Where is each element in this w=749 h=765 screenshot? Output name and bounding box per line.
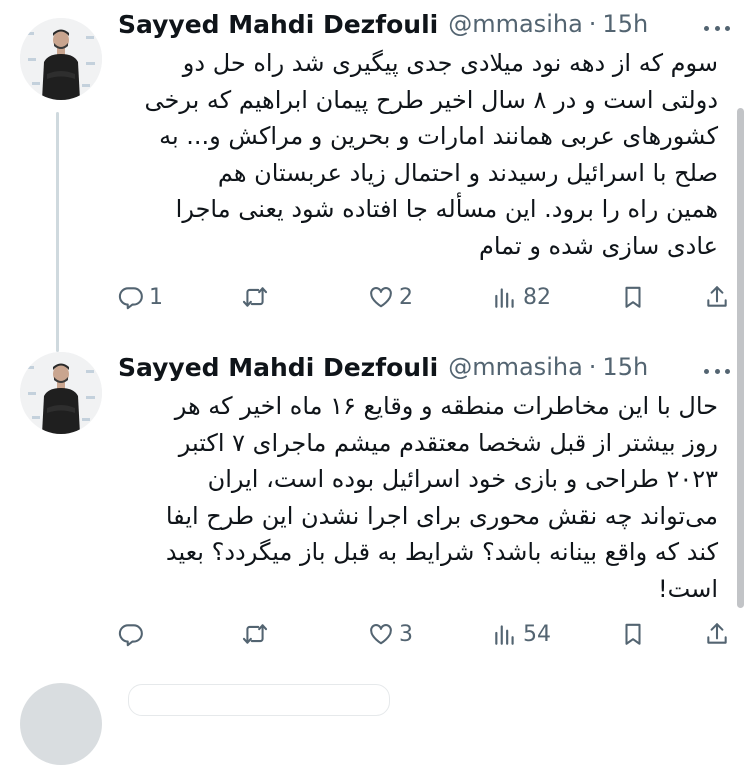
thread-line [56, 112, 59, 352]
author-name[interactable]: Sayyed Mahdi Dezfouli [118, 353, 438, 382]
view-count: 82 [523, 284, 551, 310]
tweet-actions: 1 2 82 [118, 281, 730, 313]
avatar-image [20, 18, 102, 100]
author-handle[interactable]: @mmasiha [448, 10, 583, 38]
heart-icon [370, 624, 392, 645]
next-tweet-avatar[interactable] [20, 683, 102, 765]
like-count: 2 [399, 284, 413, 310]
heart-icon [370, 287, 392, 308]
next-tweet-preview[interactable] [128, 684, 390, 716]
share-icon [707, 286, 727, 307]
timestamp[interactable]: 15h [602, 10, 648, 38]
share-icon [707, 623, 727, 644]
tweet-text: حال با این مخاطرات منطقه و وقایع ۱۶ ماه … [165, 392, 718, 603]
reply-icon [118, 287, 143, 310]
bookmark-icon [625, 286, 641, 308]
more-icon[interactable] [704, 365, 730, 377]
like-button[interactable]: 3 [368, 618, 413, 650]
views-button[interactable]: 82 [492, 281, 551, 313]
avatar[interactable] [20, 18, 102, 100]
retweet-button[interactable] [242, 618, 273, 650]
tweet-header: Sayyed Mahdi Dezfouli @mmasiha · 15h [118, 351, 648, 383]
author-name[interactable]: Sayyed Mahdi Dezfouli [118, 10, 438, 39]
reply-count: 1 [149, 284, 163, 310]
views-button[interactable]: 54 [492, 618, 551, 650]
tweet-header: Sayyed Mahdi Dezfouli @mmasiha · 15h [118, 8, 648, 40]
reply-icon [118, 624, 143, 647]
retweet-icon [242, 624, 268, 644]
scrollbar[interactable] [737, 108, 744, 608]
tweet-actions: 3 54 [118, 618, 730, 650]
views-icon [495, 288, 514, 308]
like-button[interactable]: 2 [368, 281, 413, 313]
reply-button[interactable] [118, 618, 149, 650]
separator-dot: · [588, 10, 597, 38]
avatar-image [20, 352, 102, 434]
bookmark-button[interactable] [620, 618, 646, 650]
tweet-text: سوم که از دهه نود میلادی جدی پیگیری شد ر… [144, 49, 718, 260]
retweet-button[interactable] [242, 281, 273, 313]
timestamp[interactable]: 15h [602, 353, 648, 381]
reply-button[interactable]: 1 [118, 281, 163, 313]
avatar[interactable] [20, 352, 102, 434]
views-icon [495, 625, 514, 645]
view-count: 54 [523, 621, 551, 647]
separator-dot: · [588, 353, 597, 381]
share-button[interactable] [704, 618, 730, 650]
share-button[interactable] [704, 281, 730, 313]
like-count: 3 [399, 621, 413, 647]
bookmark-icon [625, 623, 641, 645]
more-icon[interactable] [704, 22, 730, 34]
retweet-icon [242, 287, 268, 307]
bookmark-button[interactable] [620, 281, 646, 313]
author-handle[interactable]: @mmasiha [448, 353, 583, 381]
